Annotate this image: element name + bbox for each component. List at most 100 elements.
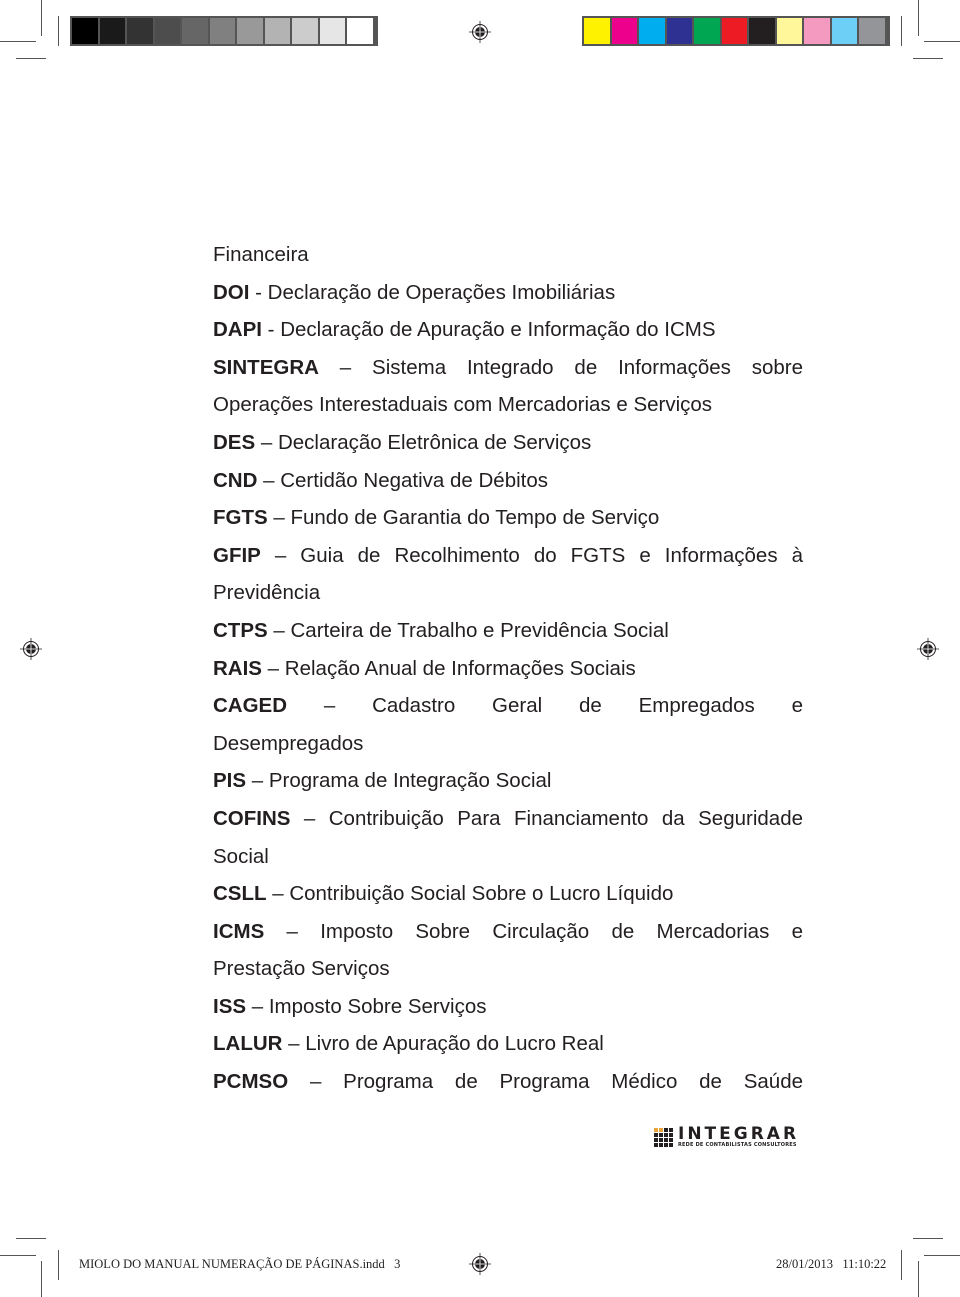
glossary-line: DES – Declaração Eletrônica de Serviços [213,424,803,462]
glossary-definition: Programa de Integração Social [268,769,552,793]
glossary-line: FGTS – Fundo de Garantia do Tempo de Ser… [213,499,803,537]
logo-grid-cell [659,1143,663,1147]
glossary-separator: – [246,994,269,1018]
glossary-line: PIS – Programa de Integração Social [213,762,803,800]
slug-date: 28/01/2013 [776,1257,833,1271]
logo-grid-icon [654,1128,673,1147]
glossary-abbreviation: DAPI [213,318,262,342]
logo-grid-cell [669,1128,673,1132]
glossary-separator: - [261,318,281,342]
glossary-line: PCMSO – Programa de Programa Médico de S… [213,1063,803,1101]
glossary-separator: – [318,355,373,379]
glossary-line: Desempregados [213,725,803,763]
glossary-separator: – [266,882,290,906]
slug-timestamp: 28/01/2013 11:10:22 [776,1257,886,1272]
glossary-list: Financeira DOI - Declaração de Operações … [213,236,803,1101]
slug-filename: MIOLO DO MANUAL NUMERAÇÃO DE PÁGINAS.ind… [79,1257,385,1271]
slug-page-number: 3 [394,1257,401,1271]
color-swatch [666,18,692,44]
glossary-definition: Relação Anual de Informações Sociais [284,656,636,680]
color-swatch [611,18,637,44]
glossary-abbreviation: COFINS [213,806,291,830]
crop-mark [41,0,42,36]
glossary-line: ICMS – Imposto Sobre Circulação de Merca… [213,913,803,951]
glossary-abbreviation: CSLL [213,882,267,906]
glossary-separator: – [261,656,285,680]
logo-tagline: REDE DE CONTABILISTAS CONSULTORES [678,1142,797,1148]
glossary-definition: Sistema Integrado de Informações sobre [372,355,804,379]
color-swatch [804,18,830,44]
grayscale-swatch [154,18,180,44]
glossary-line: CAGED – Cadastro Geral de Empregados e [213,687,803,725]
glossary-definition: Prestação Serviços [213,957,390,981]
glossary-separator: – [287,694,373,718]
crop-mark [901,1250,902,1280]
logo-grid-cell [669,1138,673,1142]
registration-target-icon [20,638,42,660]
slug-file-info: MIOLO DO MANUAL NUMERAÇÃO DE PÁGINAS.ind… [79,1257,400,1272]
glossary-abbreviation: DES [213,430,256,454]
glossary-abbreviation: ISS [213,994,247,1018]
logo-grid-cell [664,1138,668,1142]
logo-name: INTEGRAR [678,1124,800,1144]
glossary-definition: Operações Interestaduais com Mercadorias… [213,393,713,417]
glossary-definition: Financeira [213,243,309,266]
glossary-definition: Imposto Sobre Circulação de Mercadorias … [320,919,803,943]
glossary-line: RAIS – Relação Anual de Informações Soci… [213,650,803,688]
glossary-line: Operações Interestaduais com Mercadorias… [213,386,803,424]
glossary-abbreviation: GFIP [213,543,261,567]
grayscale-swatch [292,18,318,44]
glossary-separator: – [257,468,281,492]
glossary-separator: – [246,769,269,793]
glossary-separator: – [288,1070,344,1094]
integrar-logo: INTEGRAR REDE DE CONTABILISTAS CONSULTOR… [654,1124,802,1151]
glossary-abbreviation: ICMS [213,919,265,943]
glossary-abbreviation: FGTS [213,506,268,530]
color-swatch [721,18,747,44]
grayscale-swatch [347,18,373,44]
grayscale-swatch [182,18,208,44]
crop-mark [913,1238,943,1239]
registration-target-icon [469,21,491,43]
glossary-abbreviation: SINTEGRA [213,355,319,379]
glossary-separator: – [267,618,291,642]
glossary-abbreviation: LALUR [213,1032,283,1056]
color-swatch [639,18,665,44]
logo-grid-cell [664,1143,668,1147]
glossary-line: CND – Certidão Negativa de Débitos [213,462,803,500]
glossary-line: SINTEGRA – Sistema Integrado de Informaç… [213,349,803,387]
glossary-abbreviation: CND [213,468,258,492]
glossary-definition: Imposto Sobre Serviços [268,994,487,1018]
glossary-definition: Cadastro Geral de Empregados e [372,694,804,718]
grayscale-swatch [72,18,98,44]
grayscale-swatch [99,18,125,44]
glossary-line: DAPI - Declaração de Apuração e Informaç… [213,311,803,349]
glossary-line: CTPS – Carteira de Trabalho e Previdênci… [213,612,803,650]
crop-mark [901,16,902,46]
glossary-definition: Contribuição Para Financiamento da Segur… [328,806,803,830]
glossary-line: DOI - Declaração de Operações Imobiliári… [213,274,803,312]
crop-mark [16,1238,46,1239]
grayscale-swatch [237,18,263,44]
glossary-line: ISS – Imposto Sobre Serviços [213,988,803,1026]
logo-grid-cell [659,1138,663,1142]
glossary-abbreviation: DOI [213,280,250,304]
slug-time: 11:10:22 [842,1257,887,1271]
crop-mark [924,1255,960,1256]
glossary-abbreviation: RAIS [213,656,262,680]
glossary-definition: Desempregados [213,731,364,755]
color-swatch [584,18,610,44]
glossary-line: Previdência [213,574,803,612]
glossary-abbreviation: CTPS [213,618,268,642]
glossary-definition: Certidão Negativa de Débitos [280,468,549,492]
glossary-line: Financeira [213,236,803,274]
glossary-line: CSLL – Contribuição Social Sobre o Lucro… [213,875,803,913]
crop-mark [918,0,919,36]
grayscale-swatch [209,18,235,44]
glossary-definition: Previdência [213,581,321,605]
color-swatch [831,18,857,44]
logo-grid-cell [659,1128,663,1132]
glossary-definition: Declaração de Apuração e Informação do I… [280,318,716,342]
glossary-line: COFINS – Contribuição Para Financiamento… [213,800,803,838]
logo-grid-cell [654,1143,658,1147]
